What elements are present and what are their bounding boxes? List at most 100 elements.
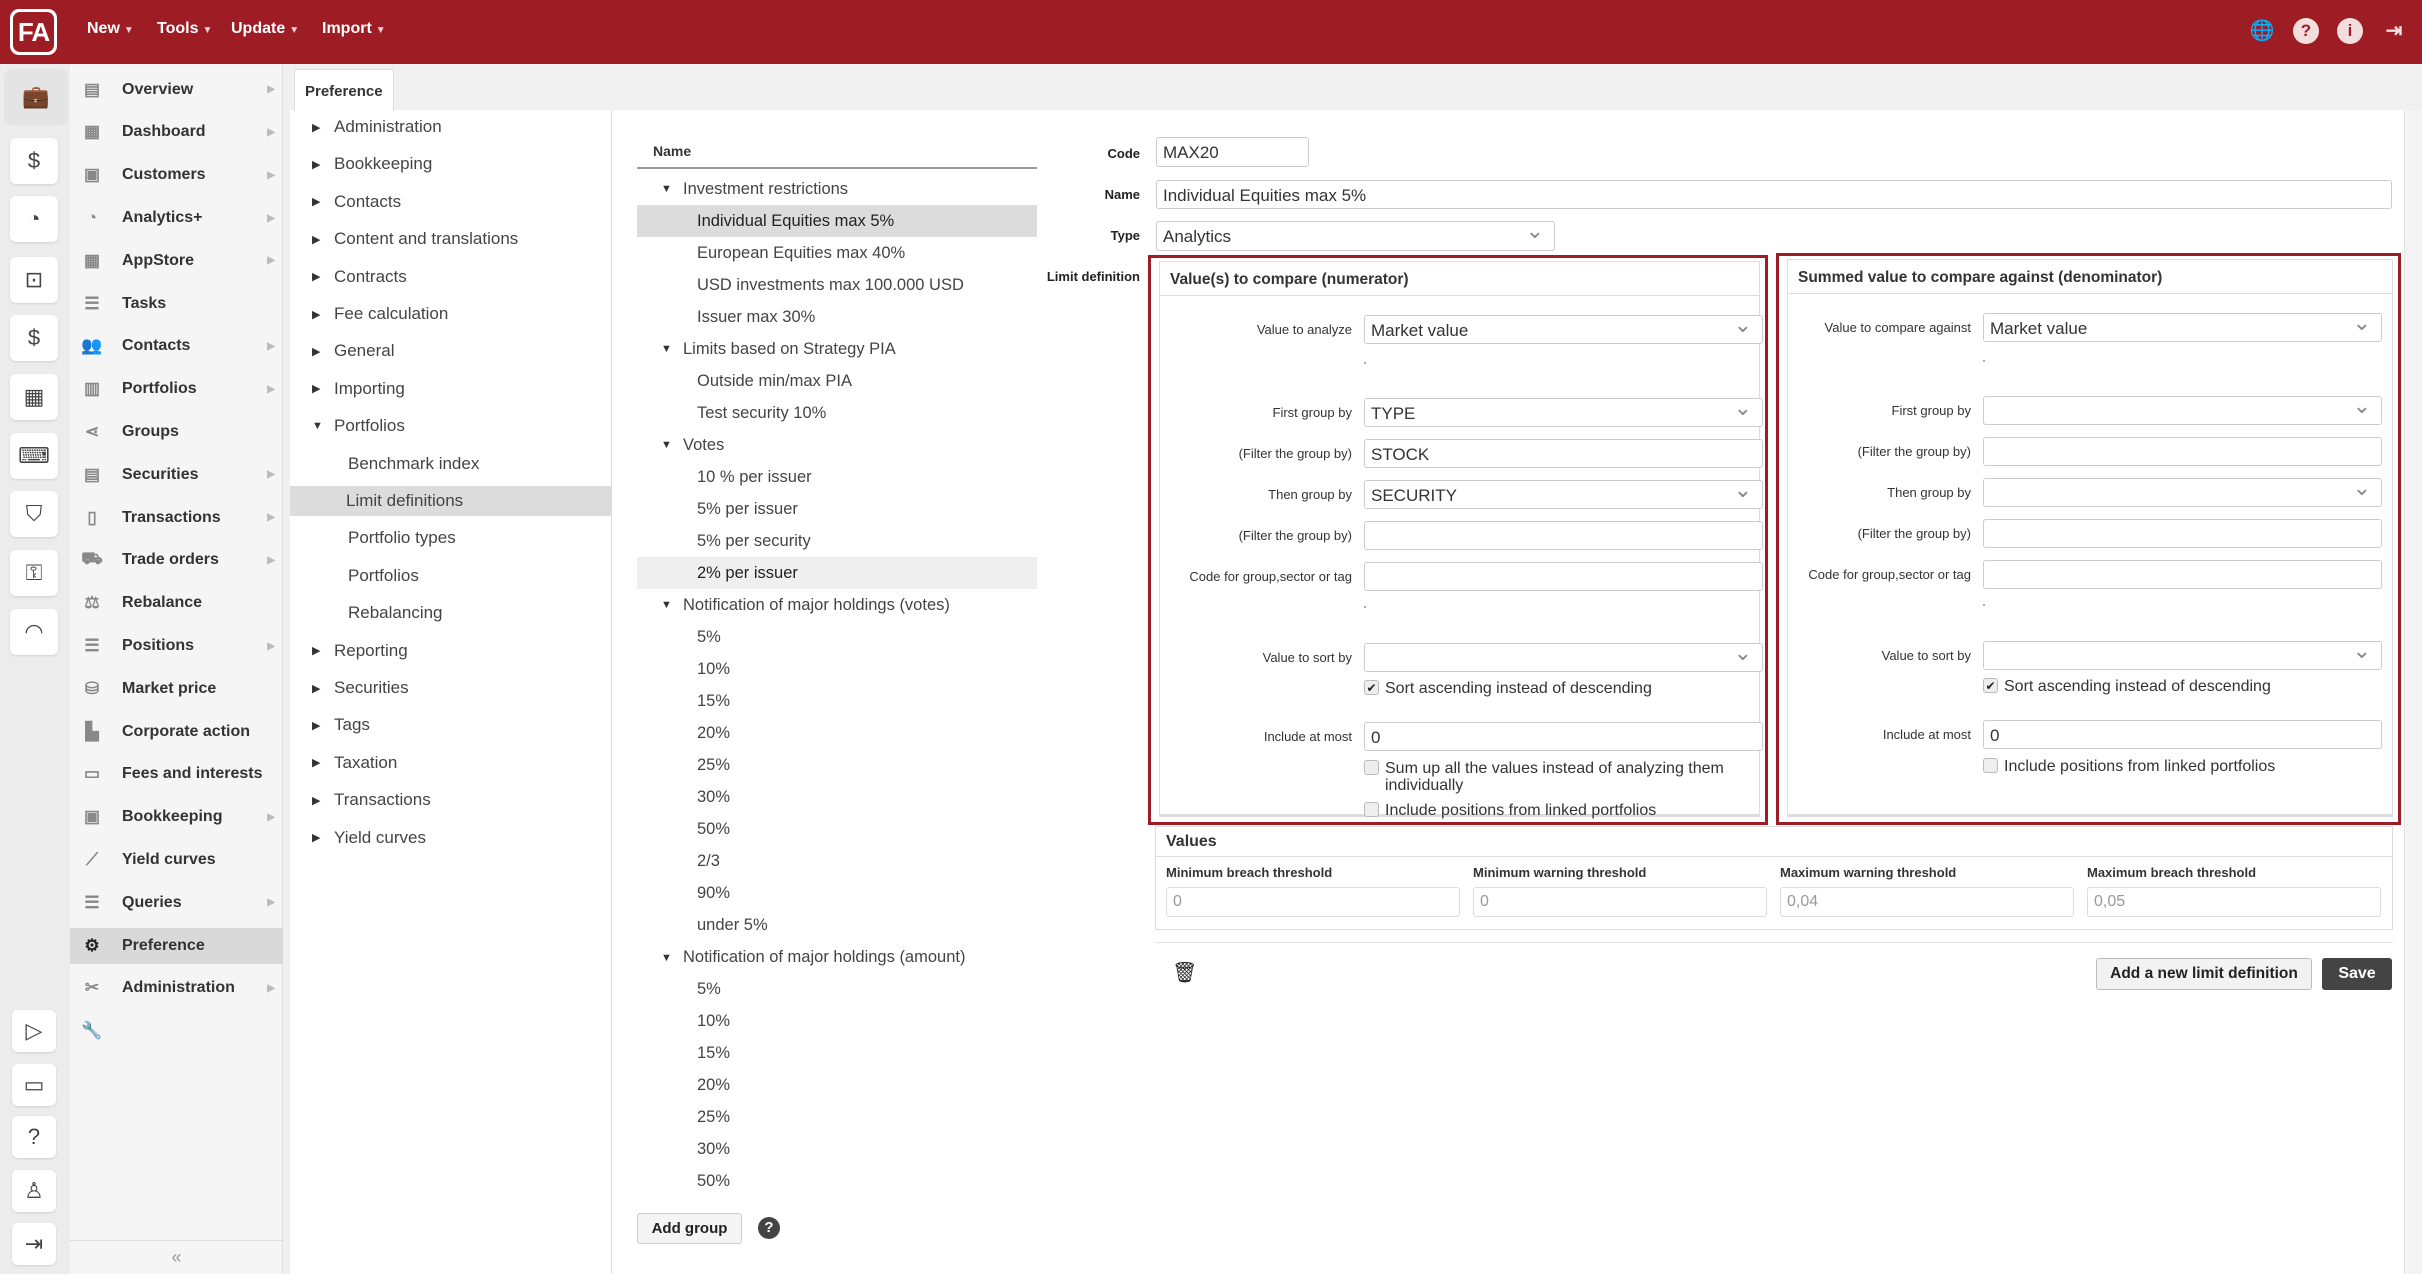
pref-tree-item[interactable]: Portfolio types [348,523,456,553]
pref-tree-item[interactable]: ▶ General [312,336,394,366]
add-group-button[interactable]: Add group [637,1213,742,1244]
pref-tree-item[interactable]: ▶ Securities [312,673,409,703]
list-item[interactable]: 10% [637,653,1037,685]
checkmark-icon[interactable]: ✔ [1983,678,1998,693]
menu-new[interactable]: New ▼ [87,20,134,38]
menu-update[interactable]: Update ▼ [231,20,299,38]
name-input[interactable]: Individual Equities max 5% [1156,180,2392,209]
list-group[interactable]: ▼ Notification of major holdings (amount) [637,942,1037,974]
pref-tree-item[interactable]: ▶ Fee calculation [312,299,448,329]
list-item[interactable]: 10 % per issuer [637,461,1037,493]
nav-item-administration[interactable]: ✂ Administration ▶ [70,970,283,1006]
list-item[interactable]: 2/3 [637,846,1037,878]
list-item[interactable]: 25% [637,1102,1037,1134]
logout-rail-button[interactable]: ⇥ [12,1223,56,1265]
gauge-rail-button[interactable]: ◠ [10,609,58,655]
list-group[interactable]: ▼ Votes [637,429,1037,461]
list-item[interactable]: 20% [637,718,1037,750]
then-group-select[interactable]: SECURITY [1364,480,1763,509]
list-item[interactable]: 15% [637,1038,1037,1070]
delete-trash-icon[interactable]: 🗑 [1172,960,1197,985]
sum-up-checkbox[interactable]: Sum up all the values instead of analyzi… [1364,760,1759,794]
nav-item-securities[interactable]: ▤ Securities ▶ [70,457,283,493]
pref-tree-item[interactable]: ▶ Tags [312,710,370,740]
shield-rail-button[interactable]: ⛉ [10,491,58,537]
building-rail-button[interactable]: ▦ [10,374,58,420]
code-input[interactable] [1983,560,2382,589]
list-item[interactable]: 5% per security [637,525,1037,557]
user-rail-button[interactable]: ♙ [12,1170,56,1212]
nav-item-contacts[interactable]: 👥 Contacts ▶ [70,328,283,364]
list-item[interactable]: Issuer max 30% [637,301,1037,333]
collapse-sidebar-button[interactable]: « [70,1240,283,1274]
list-item[interactable]: 90% [637,878,1037,910]
nav-item-corporate-action[interactable]: ▙ Corporate action [70,714,283,750]
nav-item-bookkeeping[interactable]: ▣ Bookkeeping ▶ [70,799,283,835]
list-item[interactable]: 50% [637,1166,1037,1198]
customer-money-rail-button[interactable]: $ [10,138,58,184]
list-item[interactable]: under 5% [637,910,1037,942]
pref-tree-item[interactable]: ▶ Content and translations [312,224,518,254]
menu-import[interactable]: Import ▼ [322,20,386,38]
pref-tree-item[interactable]: Rebalancing [348,598,443,628]
nav-item-queries[interactable]: ☰ Queries ▶ [70,885,283,921]
pref-tree-item[interactable]: ▶ Administration [312,112,442,142]
include-input[interactable]: 0 [1983,720,2382,749]
menu-tools[interactable]: Tools ▼ [157,20,212,38]
list-group[interactable]: ▼ Limits based on Strategy PIA [637,333,1037,365]
threshold-input[interactable]: 0 [1166,887,1460,917]
save-button[interactable]: Save [2322,958,2392,990]
nav-item-groups[interactable]: ⋖ Groups [70,414,283,450]
sort-asc-checkbox[interactable]: ✔ Sort ascending instead of descending [1983,678,2378,695]
analytics-chart-rail-button[interactable]: ◔ [10,196,58,242]
pref-tree-item[interactable]: ▶ Importing [312,374,405,404]
briefcase-rail-button[interactable]: 💼 [4,69,68,125]
first-group-select[interactable] [1983,396,2382,425]
list-item[interactable]: 25% [637,750,1037,782]
help-rail-button[interactable]: ? [12,1116,56,1158]
list-group[interactable]: ▼ Investment restrictions [637,173,1037,205]
then-group-select[interactable] [1983,478,2382,507]
nav-item-analytics-[interactable]: ◔ Analytics+ ▶ [70,200,283,236]
nav-item-tools[interactable]: 🔧 [70,1013,283,1049]
hand-money-rail-button[interactable]: $ [10,315,58,361]
nav-item-trade-orders[interactable]: ⛟ Trade orders ▶ [70,542,283,578]
list-item[interactable]: Test security 10% [637,397,1037,429]
ticket-rail-button[interactable]: ▭ [12,1064,56,1106]
list-header-name[interactable]: Name [637,143,1037,169]
nav-item-rebalance[interactable]: ⚖ Rebalance [70,585,283,621]
pref-tree-item[interactable]: ▶ Taxation [312,748,397,778]
nav-item-portfolios[interactable]: ▥ Portfolios ▶ [70,371,283,407]
sort-select[interactable] [1983,641,2382,670]
add-limit-definition-button[interactable]: Add a new limit definition [2096,958,2312,990]
help-icon[interactable]: ? [758,1217,780,1239]
include-input[interactable]: 0 [1364,722,1763,751]
checkbox-empty[interactable] [1364,802,1379,817]
nav-item-dashboard[interactable]: ▦ Dashboard ▶ [70,114,283,150]
pref-tree-item[interactable]: ▶ Yield curves [312,823,426,853]
list-item[interactable]: 50% [637,814,1037,846]
list-item[interactable]: Outside min/max PIA [637,365,1037,397]
play-rail-button[interactable]: ▷ [12,1010,56,1052]
threshold-input[interactable]: 0,05 [2087,887,2381,917]
pref-tree-item[interactable]: Limit definitions [290,486,611,516]
money-hierarchy-rail-button[interactable]: ⊡ [10,257,58,303]
scrollbar[interactable] [2404,110,2422,1274]
checkmark-icon[interactable]: ✔ [1364,680,1379,695]
sort-asc-checkbox[interactable]: ✔ Sort ascending instead of descending [1364,680,1759,697]
nav-item-tasks[interactable]: ☰ Tasks [70,286,283,322]
logout-icon[interactable]: ⇥ [2381,18,2407,44]
pref-tree-item[interactable]: ▼ Portfolios [312,411,405,441]
sort-select[interactable] [1364,643,1763,672]
list-group[interactable]: ▼ Notification of major holdings (votes) [637,589,1037,621]
help-icon[interactable]: ? [2293,18,2319,44]
nav-item-preference[interactable]: ⚙ Preference [70,927,283,964]
nav-item-appstore[interactable]: ▦ AppStore ▶ [70,243,283,279]
pref-tree-item[interactable]: ▶ Reporting [312,636,408,666]
filter1-input[interactable]: STOCK [1364,439,1763,468]
nav-item-overview[interactable]: ▤ Overview ▶ [70,72,283,108]
filter2-input[interactable] [1364,521,1763,550]
type-select[interactable]: Analytics [1156,221,1555,251]
list-item[interactable]: 30% [637,782,1037,814]
threshold-input[interactable]: 0 [1473,887,1767,917]
